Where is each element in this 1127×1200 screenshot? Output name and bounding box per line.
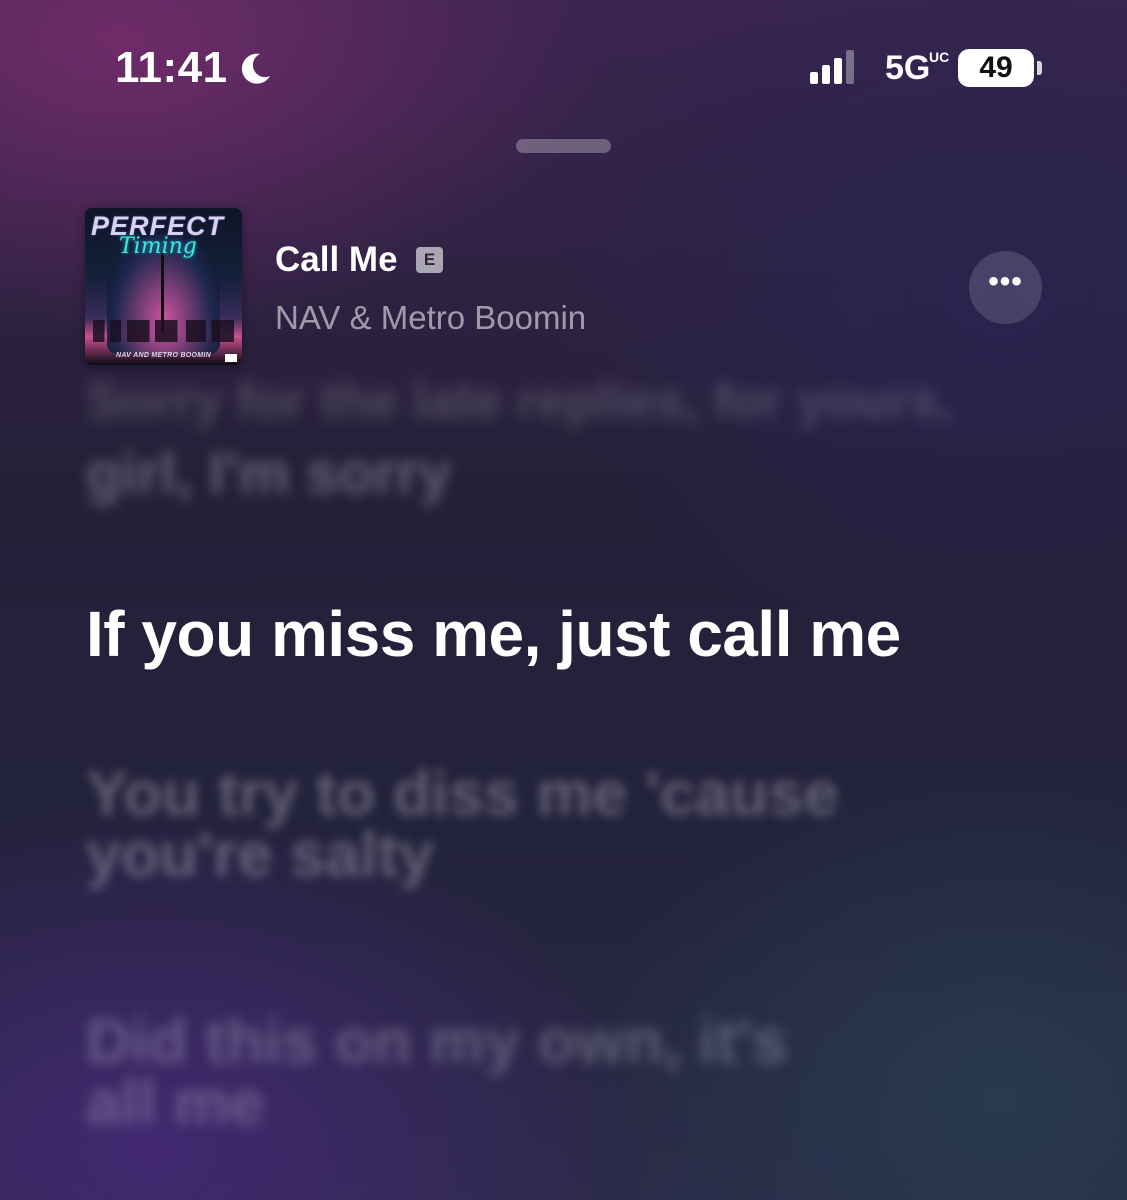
sheet-grabber-handle[interactable] (516, 139, 611, 153)
album-artwork[interactable]: PERFECT Timing NAV AND METRO BOOMIN (85, 208, 242, 365)
network-type: 5G (885, 49, 931, 87)
lyric-line-current[interactable]: If you miss me, just call me (86, 599, 1036, 669)
lyric-line-past[interactable]: girl, I'm sorry (86, 445, 1036, 503)
network-uc-label: UC (929, 49, 950, 65)
more-options-button[interactable]: ••• (969, 251, 1042, 324)
artist-name[interactable]: NAV & Metro Boomin (275, 299, 586, 337)
lyric-line-past-partial[interactable]: Sorry for the late replies, for yours, (86, 372, 1036, 430)
moon-icon (241, 53, 270, 84)
battery-indicator: 49 (958, 49, 1034, 87)
album-art-script-title: Timing (119, 234, 197, 259)
status-time: 11:41 (115, 43, 228, 92)
cellular-signal-icon (810, 50, 854, 84)
explicit-badge: E (416, 247, 443, 273)
album-art-credit: NAV AND METRO BOOMIN (115, 352, 212, 359)
parental-advisory-label (225, 354, 237, 362)
lyric-line-next[interactable]: You try to diss me 'cause you're salty (86, 763, 906, 887)
album-art-skyline (93, 320, 234, 342)
lyric-line-next-2[interactable]: Did this on my own, it's all me (86, 1011, 846, 1135)
ellipsis-icon: ••• (988, 265, 1023, 298)
battery-tip (1037, 61, 1042, 75)
song-title[interactable]: Call Me (275, 240, 398, 280)
